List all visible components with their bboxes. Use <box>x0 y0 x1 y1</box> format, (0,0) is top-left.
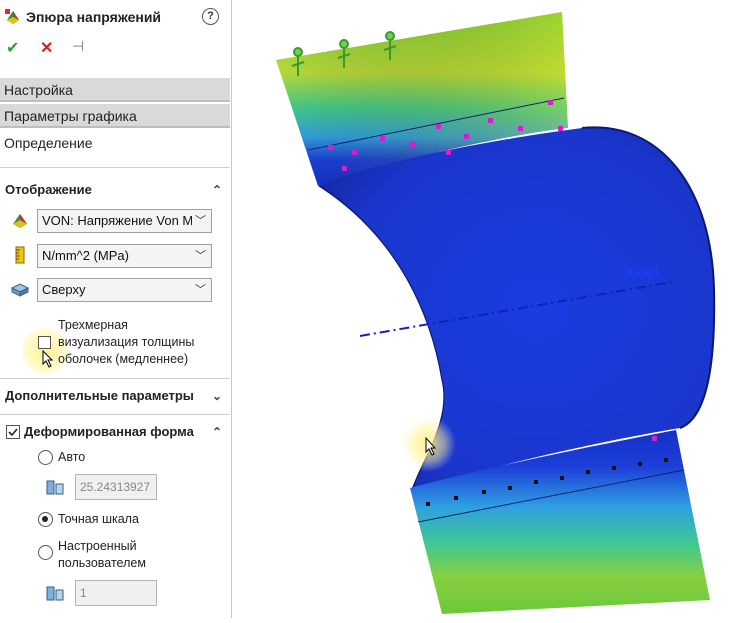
shell-checkbox-label: оболочек (медленнее) <box>58 352 189 366</box>
radio-true-scale-label: Точная шкала <box>58 512 139 526</box>
stress-plot-icon <box>5 9 19 24</box>
shell-3d-checkbox[interactable] <box>38 336 51 349</box>
units-select[interactable]: N/mm^2 (MPa) ﹀ <box>37 244 212 268</box>
check-icon <box>8 428 18 437</box>
panel-titlebar: Эпюра напряжений ? <box>0 0 231 34</box>
divider <box>0 414 230 415</box>
chevron-down-icon: ﹀ <box>192 210 206 232</box>
tab-definition[interactable]: Определение <box>0 131 230 155</box>
shell-position-select[interactable]: Сверху ﹀ <box>37 278 212 302</box>
deformed-section-title: Деформированная форма <box>24 424 194 439</box>
radio-user-defined-label: пользователем <box>58 556 146 570</box>
component-select-value: VON: Напряжение Von M <box>42 213 194 228</box>
property-manager-panel: Эпюра напряжений ? ✔ ✕ ⊣ Настройка Парам… <box>0 0 232 618</box>
tab-chart-options[interactable]: Параметры графика <box>0 104 230 128</box>
chevron-down-icon[interactable]: ⌄ <box>212 384 222 408</box>
ok-icon[interactable]: ✔ <box>6 38 19 58</box>
scale-factor-icon <box>46 480 64 495</box>
scale-factor-icon <box>46 586 64 601</box>
tab-settings[interactable]: Настройка <box>0 78 230 102</box>
shell-position-icon <box>10 283 30 297</box>
stress-component-icon <box>13 214 27 228</box>
advanced-section-title: Дополнительные параметры <box>5 388 194 403</box>
radio-auto-label: Авто <box>58 450 86 464</box>
axis-label: Axis1 <box>624 265 662 281</box>
shell-checkbox-label: Трехмерная <box>58 318 128 332</box>
deformed-section-header[interactable]: Деформированная форма ⌃ <box>0 420 230 444</box>
user-scale-field[interactable]: 1 <box>75 580 157 606</box>
display-section-title: Отображение <box>5 182 92 197</box>
display-section-header[interactable]: Отображение ⌃ <box>0 178 230 202</box>
auto-scale-field[interactable]: 25.24313927 <box>75 474 157 500</box>
help-icon[interactable]: ? <box>202 8 219 25</box>
shell-position-select-value: Сверху <box>42 282 86 297</box>
radio-user-defined-label: Настроенный <box>58 539 137 553</box>
pin-icon[interactable]: ⊣ <box>72 38 84 55</box>
shell-checkbox-label: визуализация толщины <box>58 335 195 349</box>
mouse-cursor-icon <box>42 350 54 368</box>
graphics-viewport[interactable]: Axis1 <box>232 0 748 618</box>
chevron-down-icon: ﹀ <box>192 245 206 267</box>
radio-auto[interactable] <box>38 450 53 465</box>
action-bar: ✔ ✕ ⊣ <box>0 38 231 62</box>
component-select[interactable]: VON: Напряжение Von M ﹀ <box>37 209 212 233</box>
deformed-shape-checkbox[interactable] <box>6 425 20 439</box>
units-select-value: N/mm^2 (MPa) <box>42 248 129 263</box>
radio-user-defined[interactable] <box>38 545 53 560</box>
cancel-icon[interactable]: ✕ <box>40 38 53 58</box>
stress-plot-model[interactable]: Axis1 <box>232 0 748 618</box>
panel-title: Эпюра напряжений <box>26 9 162 25</box>
units-ruler-icon <box>15 246 25 264</box>
radio-true-scale[interactable] <box>38 512 53 527</box>
chevron-up-icon[interactable]: ⌃ <box>212 420 222 444</box>
divider <box>0 167 230 168</box>
chevron-down-icon: ﹀ <box>192 279 206 301</box>
divider <box>0 378 230 379</box>
chevron-up-icon[interactable]: ⌃ <box>212 178 222 202</box>
advanced-section-header[interactable]: Дополнительные параметры ⌄ <box>0 384 230 408</box>
